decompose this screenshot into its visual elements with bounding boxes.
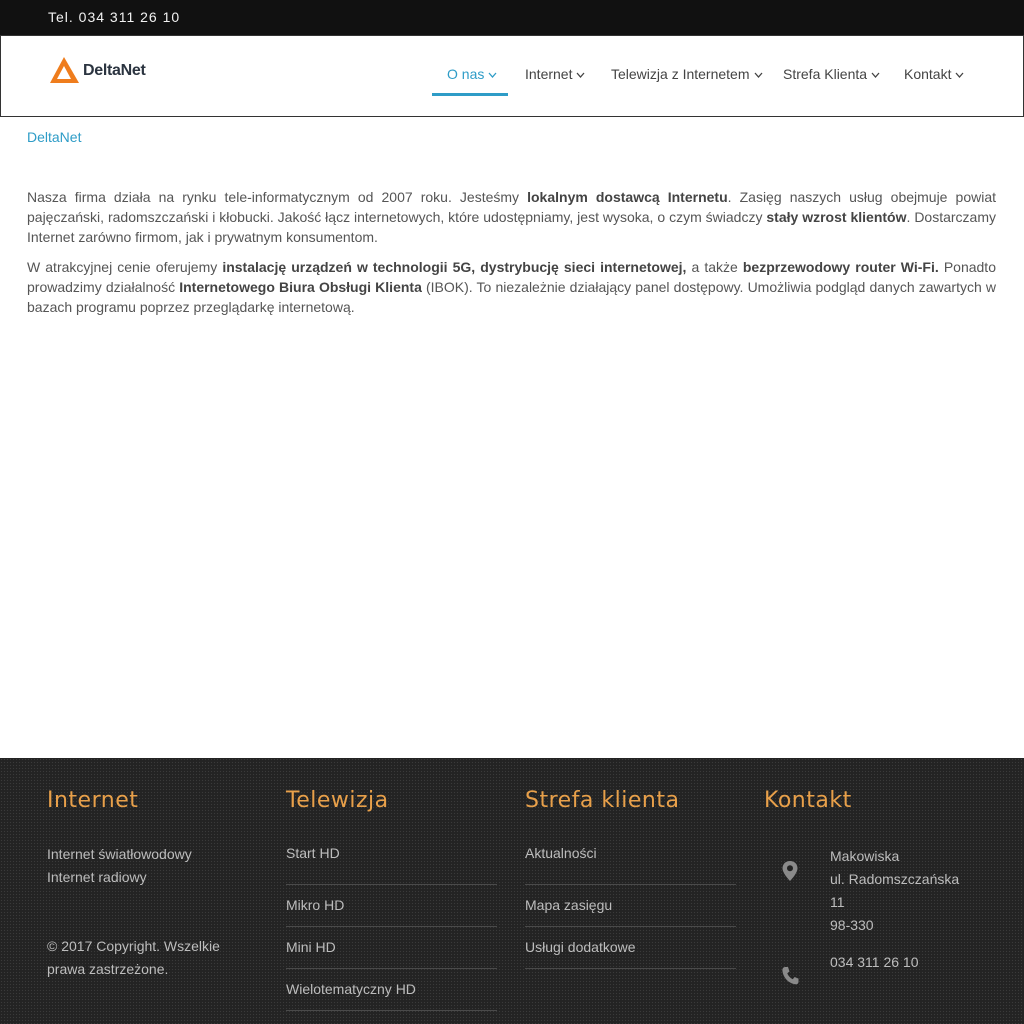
main-content: Nasza firma działa na rynku tele-informa…: [27, 187, 996, 327]
offer-paragraph: W atrakcyjnej cenie oferujemy instalację…: [27, 257, 996, 317]
footer-link[interactable]: Start HD: [286, 843, 497, 885]
address-line: ul. Radomszczańska: [830, 871, 960, 887]
nav-label: Telewizja z Internetem: [611, 66, 750, 82]
footer-link[interactable]: Mikro HD: [286, 885, 497, 927]
contact-phone[interactable]: 034 311 26 10: [830, 951, 919, 974]
footer-link[interactable]: Wielotematyczny HD: [286, 969, 497, 1011]
copyright: © 2017 Copyright. Wszelkie: [47, 938, 220, 954]
text-span: a także: [686, 259, 743, 275]
footer-title: Internet: [47, 788, 139, 813]
nav-o-nas[interactable]: O nas: [447, 66, 497, 82]
nav-telewizja[interactable]: Telewizja z Internetem: [611, 66, 763, 82]
nav-active-indicator: [432, 93, 508, 96]
footer-link[interactable]: Mini HD: [286, 927, 497, 969]
footer-col-telewizja: Telewizja Start HD Mikro HD Mini HD Wiel…: [286, 788, 497, 1011]
footer-col-internet: Internet Internet światłowodowy Internet…: [47, 788, 258, 981]
phone-icon: [782, 967, 799, 985]
footer-col-strefa-klienta: Strefa klienta Aktualności Mapa zasięgu …: [525, 788, 736, 969]
nav-internet[interactable]: Internet: [525, 66, 585, 82]
bold-text: Internetowego Biura Obsługi Klienta: [179, 279, 422, 295]
footer: Internet Internet światłowodowy Internet…: [0, 758, 1024, 1024]
footer-link[interactable]: Mapa zasięgu: [525, 885, 736, 927]
bold-text: lokalnym dostawcą Internetu: [527, 189, 728, 205]
nav-label: O nas: [447, 66, 485, 82]
address-line: Makowiska: [830, 848, 900, 864]
chevron-down-icon: [488, 72, 497, 78]
address-line: 11: [830, 894, 845, 910]
chevron-down-icon: [955, 72, 964, 78]
top-phone: Tel. 034 311 26 10: [48, 9, 181, 25]
nav-strefa-klienta[interactable]: Strefa Klienta: [783, 66, 880, 82]
logo-triangle-icon: [50, 57, 79, 83]
footer-title: Strefa klienta: [525, 788, 680, 813]
footer-link[interactable]: Usługi dodatkowe: [525, 927, 736, 969]
footer-link[interactable]: Aktualności: [525, 843, 736, 885]
footer-title: Kontakt: [764, 788, 852, 813]
nav-label: Internet: [525, 66, 573, 82]
logo-text: DeltaNet: [83, 62, 146, 79]
chevron-down-icon: [871, 72, 880, 78]
top-bar: Tel. 034 311 26 10: [0, 0, 1024, 35]
bold-text: bezprzewodowy router Wi-Fi.: [742, 259, 939, 275]
text-span: W atrakcyjnej cenie oferujemy: [27, 259, 223, 275]
intro-paragraph: Nasza firma działa na rynku tele-informa…: [27, 187, 996, 247]
footer-link[interactable]: Internet radiowy: [47, 866, 258, 889]
chevron-down-icon: [576, 72, 585, 78]
nav-label: Kontakt: [904, 66, 952, 82]
footer-col-kontakt: Kontakt: [764, 788, 975, 813]
breadcrumb[interactable]: DeltaNet: [27, 129, 81, 145]
footer-link[interactable]: Internet światłowodowy: [47, 843, 258, 866]
copyright: prawa zastrzeżone.: [47, 961, 169, 977]
navbar: DeltaNet O nas Internet Telewizja z Inte…: [0, 35, 1024, 117]
chevron-down-icon: [754, 72, 763, 78]
contact-address: Makowiska ul. Radomszczańska 11 98-330: [830, 845, 959, 937]
bold-text: instalację urządzeń w technologii 5G, dy…: [222, 259, 687, 275]
text-span: Nasza firma działa na rynku tele-informa…: [27, 189, 528, 205]
address-line: 98-330: [830, 917, 874, 933]
nav-kontakt[interactable]: Kontakt: [904, 66, 964, 82]
nav-label: Strefa Klienta: [783, 66, 868, 82]
logo[interactable]: DeltaNet: [50, 56, 170, 86]
bold-text: stały wzrost klientów: [766, 209, 907, 225]
map-pin-icon: [782, 861, 798, 881]
footer-title: Telewizja: [286, 788, 389, 813]
